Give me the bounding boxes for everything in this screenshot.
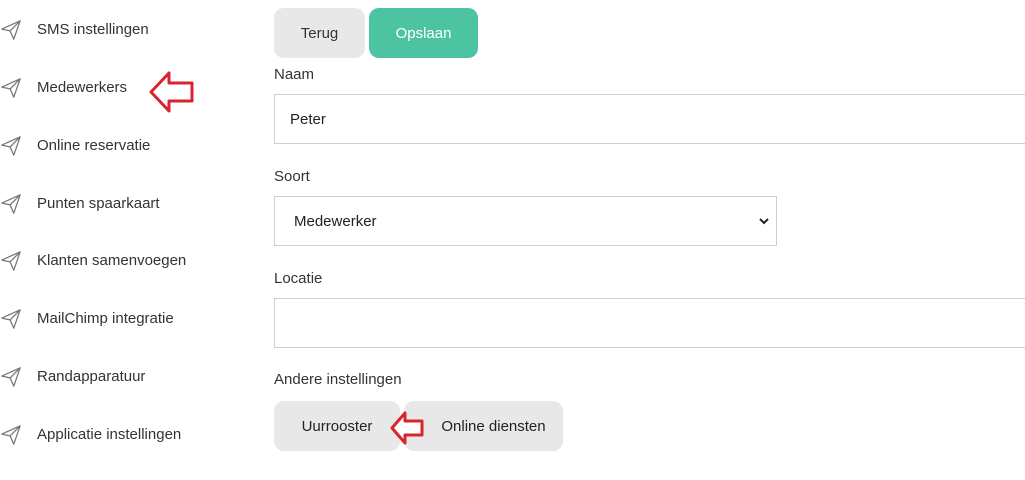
sidebar: SMS instellingen Medewerkers Online rese… — [0, 0, 238, 480]
sidebar-item-klanten-samenvoegen[interactable]: Klanten samenvoegen — [0, 246, 238, 276]
sidebar-item-label: Randapparatuur — [37, 368, 146, 385]
type-select-value: Medewerker — [294, 212, 377, 230]
location-label: Locatie — [274, 270, 323, 287]
sidebar-item-medewerkers[interactable]: Medewerkers — [0, 73, 238, 103]
annotation-arrow-icon — [149, 71, 194, 113]
send-icon — [1, 309, 21, 329]
chevron-down-icon — [759, 218, 769, 225]
name-field[interactable]: Peter — [274, 94, 1025, 144]
sidebar-item-applicatie-instellingen[interactable]: Applicatie instellingen — [0, 420, 238, 450]
sidebar-item-label: Klanten samenvoegen — [37, 252, 187, 269]
save-button[interactable]: Opslaan — [369, 8, 478, 58]
sidebar-item-label: Medewerkers — [37, 79, 128, 96]
sidebar-item-randapparatuur[interactable]: Randapparatuur — [0, 362, 238, 392]
annotation-arrow-icon — [390, 411, 424, 445]
back-button[interactable]: Terug — [274, 8, 365, 58]
sidebar-item-online-reservatie[interactable]: Online reservatie — [0, 131, 238, 161]
sidebar-item-label: Online reservatie — [37, 137, 151, 154]
send-icon — [1, 251, 21, 271]
send-icon — [1, 194, 21, 214]
sidebar-item-sms-instellingen[interactable]: SMS instellingen — [0, 15, 238, 45]
send-icon — [1, 20, 21, 40]
schedule-button[interactable]: Uurrooster — [274, 401, 400, 451]
sidebar-item-label: Punten spaarkaart — [37, 195, 160, 212]
type-label: Soort — [274, 168, 310, 185]
sidebar-item-label: MailChimp integratie — [37, 310, 174, 327]
send-icon — [1, 367, 21, 387]
send-icon — [1, 78, 21, 98]
sidebar-item-punten-spaarkaart[interactable]: Punten spaarkaart — [0, 189, 238, 219]
other-settings-label: Andere instellingen — [274, 371, 402, 388]
online-services-button[interactable]: Online diensten — [404, 401, 563, 451]
main-panel: Terug Opslaan Naam Peter Soort Medewerke… — [238, 0, 1025, 480]
name-label: Naam — [274, 66, 315, 83]
send-icon — [1, 136, 21, 156]
sidebar-item-mailchimp-integratie[interactable]: MailChimp integratie — [0, 304, 238, 334]
sidebar-item-label: Applicatie instellingen — [37, 426, 182, 443]
name-field-value: Peter — [290, 110, 326, 128]
type-select[interactable]: Medewerker — [274, 196, 777, 246]
send-icon — [1, 425, 21, 445]
sidebar-item-label: SMS instellingen — [37, 21, 149, 38]
location-field[interactable] — [274, 298, 1025, 348]
